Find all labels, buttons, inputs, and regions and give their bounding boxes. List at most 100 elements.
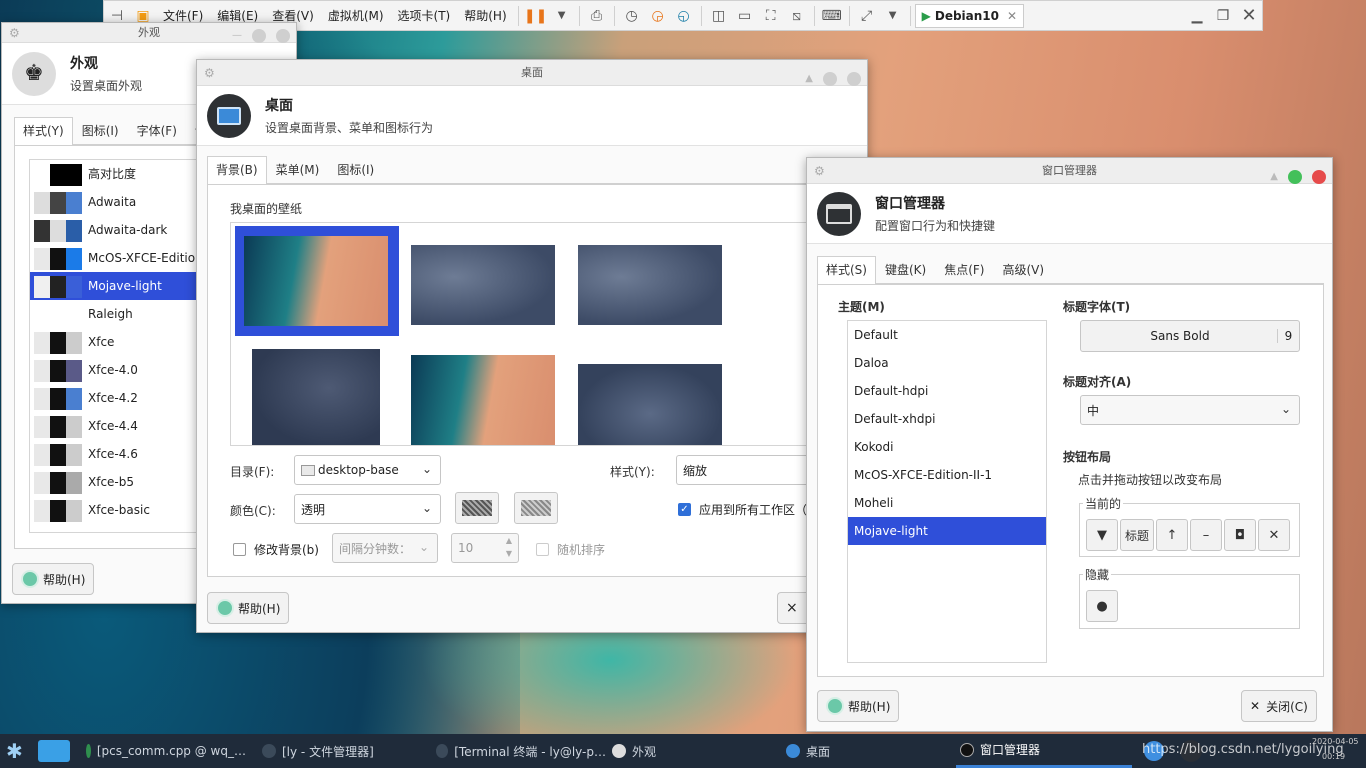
maximize-button[interactable] <box>276 29 290 43</box>
tab-icons[interactable]: 图标(I) <box>328 156 383 183</box>
help-button[interactable]: 帮助(H) <box>12 563 95 595</box>
layout-console-icon[interactable]: ▭ <box>732 8 758 24</box>
title-token[interactable]: 标题 <box>1120 519 1154 551</box>
close-icon[interactable]: ✕ <box>1258 519 1290 551</box>
checkbox-unchecked[interactable] <box>233 543 246 556</box>
shade-icon[interactable]: — <box>232 26 242 46</box>
secondary-color-button[interactable] <box>514 492 558 524</box>
maximize-button[interactable] <box>1288 170 1302 184</box>
titlebar[interactable]: ⚙ 外观 — <box>2 23 296 43</box>
theme-item[interactable]: McOS-XFCE-Edition-II- <box>30 244 198 272</box>
stick-button-token[interactable]: ● <box>1086 590 1118 622</box>
gear-icon[interactable]: ⚙ <box>204 60 215 86</box>
tab-menus[interactable]: 菜单(M) <box>267 156 329 183</box>
clock-time[interactable]: 00:19 <box>1322 752 1345 761</box>
theme-item[interactable]: Default <box>848 321 1046 349</box>
wallpaper-thumb[interactable] <box>244 236 388 326</box>
task-item-active[interactable]: 窗口管理器 <box>956 734 1132 768</box>
close-button[interactable]: ✕ 关闭(C) <box>1241 690 1317 722</box>
tab-style[interactable]: 样式(Y) <box>14 117 73 145</box>
theme-item[interactable]: Daloa <box>848 349 1046 377</box>
maximize-button[interactable] <box>847 72 861 86</box>
theme-item[interactable]: Raleigh <box>30 300 198 328</box>
layout-split-icon[interactable]: ◫ <box>706 8 732 24</box>
apply-all-checkbox[interactable]: ✓ 应用到所有工作区（ <box>678 501 807 518</box>
revert-icon[interactable]: ◶ <box>645 8 671 24</box>
snapshot-manager-icon[interactable]: ◵ <box>671 8 697 24</box>
restore-icon[interactable]: ❐ <box>1210 8 1236 24</box>
snapshot-icon[interactable]: ◷ <box>619 8 645 24</box>
minimize-button[interactable] <box>823 72 837 86</box>
gear-icon[interactable]: ⚙ <box>9 23 20 43</box>
clock-date[interactable]: 2020-04-05 <box>1312 737 1359 746</box>
theme-item[interactable]: 高对比度 <box>30 160 198 188</box>
tab-style[interactable]: 样式(S) <box>817 256 876 284</box>
tab-advanced[interactable]: 高级(V) <box>994 256 1054 283</box>
theme-item[interactable]: Xfce-4.2 <box>30 384 198 412</box>
minimize-icon[interactable]: ▁ <box>1184 8 1210 24</box>
tab-background[interactable]: 背景(B) <box>207 156 267 184</box>
change-bg-checkbox[interactable]: 修改背景(b) <box>233 541 319 558</box>
terminal-icon[interactable]: ⌨ <box>819 8 845 24</box>
chevron-down-icon[interactable]: ▼ <box>880 10 906 21</box>
theme-item[interactable]: Xfce <box>30 328 198 356</box>
network-icon[interactable]: ⎙ <box>584 8 610 24</box>
maximize-icon[interactable]: ◘ <box>1224 519 1256 551</box>
file-manager-icon[interactable] <box>38 740 70 762</box>
menu-help[interactable]: 帮助(H) <box>457 7 513 24</box>
xfce-menu-icon[interactable]: ✱ <box>6 739 23 763</box>
theme-item[interactable]: Moheli <box>848 489 1046 517</box>
wallpaper-thumb[interactable] <box>578 245 722 325</box>
shade-icon[interactable]: ▲ <box>805 66 813 92</box>
tab-focus[interactable]: 焦点(F) <box>935 256 993 283</box>
menu-button-token[interactable]: ▼ <box>1086 519 1118 551</box>
task-item[interactable]: [Terminal 终端 - ly@ly-p… <box>436 734 606 768</box>
align-select[interactable]: 中 ⌄ <box>1080 395 1300 425</box>
chevron-down-icon[interactable]: ▼ <box>549 10 575 21</box>
stretch-icon[interactable]: ⤢ <box>854 8 880 24</box>
theme-item[interactable]: Xfce-4.0 <box>30 356 198 384</box>
theme-item[interactable]: Xfce-basic <box>30 496 198 524</box>
wallpaper-thumb[interactable] <box>411 245 555 325</box>
tab-icons[interactable]: 图标(I) <box>73 117 128 144</box>
minimize-icon[interactable]: – <box>1190 519 1222 551</box>
wallpaper-thumb[interactable] <box>252 349 380 445</box>
close-button[interactable] <box>1312 170 1326 184</box>
task-item[interactable]: 外观 <box>612 734 762 768</box>
pause-icon[interactable]: ❚❚ <box>523 8 549 24</box>
menu-tabs[interactable]: 选项卡(T) <box>391 7 458 24</box>
wallpaper-grid[interactable] <box>230 222 869 446</box>
tab-fonts[interactable]: 字体(F) <box>128 117 186 144</box>
primary-color-button[interactable] <box>455 492 499 524</box>
theme-item[interactable]: Mojave-light <box>30 272 198 300</box>
theme-item[interactable]: Adwaita-dark <box>30 216 198 244</box>
vm-tab[interactable]: ▶ Debian10 ✕ <box>914 3 1025 28</box>
unity-icon[interactable]: ⧅ <box>784 8 810 24</box>
folder-select[interactable]: desktop-base ⌄ <box>294 455 441 485</box>
fullscreen-icon[interactable]: ⛶ <box>758 8 784 24</box>
task-item[interactable]: 桌面 <box>786 734 936 768</box>
theme-item[interactable]: Default-xhdpi <box>848 405 1046 433</box>
theme-item[interactable]: Xfce-4.4 <box>30 412 198 440</box>
wallpaper-thumb[interactable] <box>411 355 555 445</box>
checkbox-checked[interactable]: ✓ <box>678 503 691 516</box>
help-button[interactable]: 帮助(H) <box>207 592 290 624</box>
shade-icon[interactable]: ▲ <box>1270 164 1278 190</box>
help-button[interactable]: 帮助(H) <box>817 690 900 722</box>
wallpaper-thumb[interactable] <box>578 364 722 445</box>
font-button[interactable]: Sans Bold 9 <box>1080 320 1300 352</box>
theme-list[interactable]: Default Daloa Default-hdpi Default-xhdpi Kok… <box>847 320 1047 663</box>
theme-item[interactable]: Xfce-4.6 <box>30 440 198 468</box>
task-item[interactable]: [pcs_comm.cpp @ wq_… <box>86 734 246 768</box>
titlebar[interactable]: ⚙ 窗口管理器 ▲ <box>807 158 1332 184</box>
theme-item[interactable]: Kokodi <box>848 433 1046 461</box>
titlebar[interactable]: ⚙ 桌面 ▲ <box>197 60 867 86</box>
theme-list[interactable]: 高对比度 Adwaita Adwaita-dark McOS-XFCE-Edition… <box>29 159 199 533</box>
theme-item[interactable]: Mojave-light <box>848 517 1046 545</box>
menu-vm[interactable]: 虚拟机(M) <box>321 7 391 24</box>
tab-keyboard[interactable]: 键盘(K) <box>876 256 935 283</box>
close-icon[interactable]: ✕ <box>1236 5 1262 26</box>
color-select[interactable]: 透明 ⌄ <box>294 494 441 524</box>
theme-item[interactable]: McOS-XFCE-Edition-II-1 <box>848 461 1046 489</box>
theme-item[interactable]: Xfce-b5 <box>30 468 198 496</box>
